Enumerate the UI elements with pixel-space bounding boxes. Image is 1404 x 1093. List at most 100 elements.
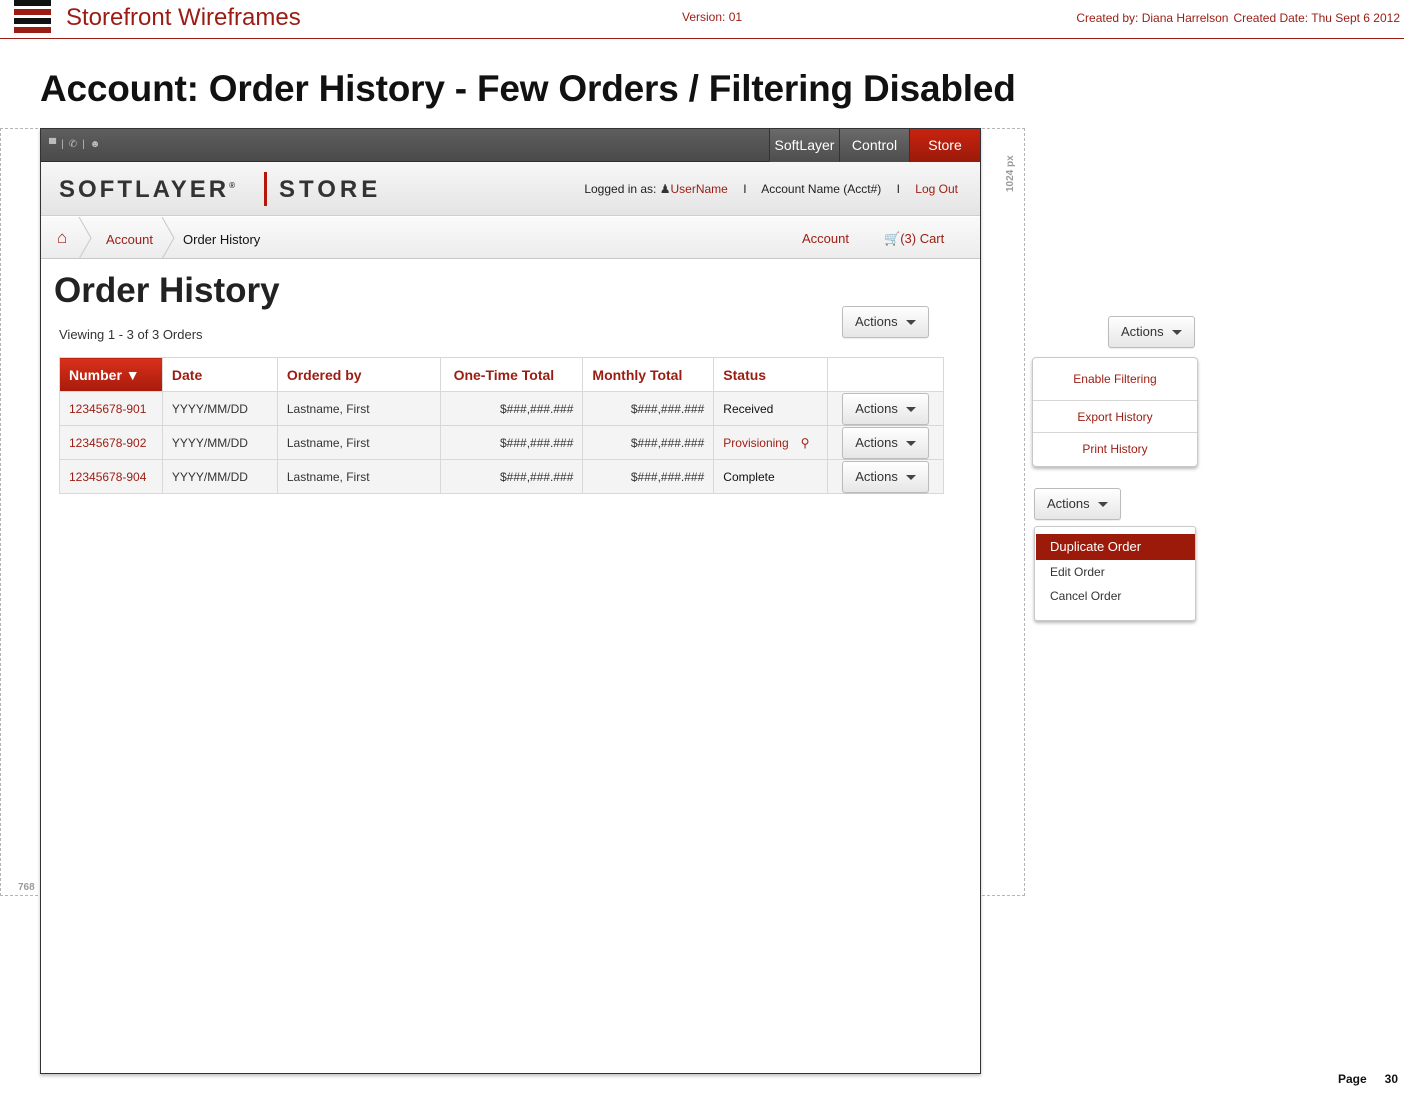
username-link[interactable]: UserName (671, 182, 728, 196)
brand-divider (264, 172, 267, 206)
order-ordered-by: Lastname, First (276, 459, 441, 494)
order-date: YYYY/MM/DD (161, 425, 278, 460)
tab-control[interactable]: Control (839, 129, 909, 162)
page-number: Page 30 (1320, 1072, 1398, 1086)
order-date: YYYY/MM/DD (161, 459, 278, 494)
menu-item-duplicate-order[interactable]: Duplicate Order (1036, 534, 1195, 560)
order-one-time-total: $###,###.### (439, 425, 584, 460)
col-ordered-by[interactable]: Ordered by (276, 357, 441, 392)
home-icon[interactable]: ⌂ (57, 229, 77, 247)
actions-label: Actions (855, 469, 898, 484)
menu-item-edit-order[interactable]: Edit Order (1050, 565, 1105, 579)
table-row: 12345678-902 YYYY/MM/DD Lastname, First … (59, 425, 944, 460)
logout-link[interactable]: Log Out (915, 182, 958, 196)
order-history-heading: Order History (54, 271, 280, 310)
actions-label: Actions (855, 401, 898, 416)
col-number[interactable]: Number ▼ (59, 357, 163, 392)
row-actions-button[interactable]: Actions (842, 461, 930, 493)
order-number-link[interactable]: 12345678-902 (59, 425, 163, 460)
menu-divider (1033, 432, 1197, 433)
col-one-time-total[interactable]: One-Time Total (439, 357, 584, 392)
row-actions-button[interactable]: Actions (842, 427, 930, 459)
created-by: Created by: Diana Harrelson (1076, 11, 1229, 25)
separator: | (82, 139, 87, 150)
page-label: Page (1337, 1072, 1367, 1086)
row-actions-button[interactable]: Actions (842, 393, 930, 425)
breadcrumb-account[interactable]: Account (106, 232, 153, 247)
row-actions-button-open[interactable]: Actions (1034, 488, 1121, 520)
brand-text: SOFTLAYER (59, 176, 230, 203)
menu-item-cancel-order[interactable]: Cancel Order (1050, 589, 1121, 603)
col-status[interactable]: Status (713, 357, 829, 392)
user-bar: Logged in as: ♟UserName I Account Name (… (584, 182, 958, 196)
col-date[interactable]: Date (161, 357, 278, 392)
order-date: YYYY/MM/DD (161, 391, 278, 426)
breadcrumb-chevron-icon (78, 217, 92, 259)
actions-label: Actions (1047, 496, 1090, 511)
separator: | (61, 139, 66, 150)
store-page-frame: ▀ | ✆ | ☻ SoftLayer Control Store SOFTLAYER®… (40, 128, 981, 1074)
col-actions (827, 357, 944, 392)
account-link[interactable]: Account (802, 231, 849, 246)
cart-link[interactable]: 🛒(3) Cart (884, 231, 944, 247)
viewing-count: Viewing 1 - 3 of 3 Orders (59, 327, 203, 342)
col-monthly-total[interactable]: Monthly Total (582, 357, 715, 392)
page-title: Account: Order History - Few Orders / Fi… (40, 68, 1016, 109)
menu-item-enable-filtering[interactable]: Enable Filtering (1033, 372, 1197, 386)
softlayer-logo[interactable]: SOFTLAYER® (59, 176, 238, 204)
order-actions-cell: Actions (827, 391, 944, 426)
guide-height-label: 768 (18, 882, 35, 893)
order-table: Number ▼ Date Ordered by One-Time Total … (59, 357, 944, 494)
masthead: SOFTLAYER® STORE Logged in as: ♟UserName… (41, 162, 980, 216)
caret-down-icon (906, 407, 917, 412)
cart-label: (3) Cart (900, 231, 945, 246)
order-status: Received (713, 391, 829, 426)
actions-label: Actions (855, 435, 898, 450)
order-status-provisioning[interactable]: Provisioning ⚲ (713, 425, 829, 460)
status-label: Provisioning (723, 435, 789, 450)
brand-mark: ® (229, 181, 239, 190)
account-name: Account Name (Acct#) (761, 182, 882, 196)
menu-item-export-history[interactable]: Export History (1033, 410, 1197, 424)
guide-width-label: 1024 px (1005, 155, 1016, 192)
page-number-value: 30 (1384, 1072, 1398, 1086)
top-navigation-bar: ▀ | ✆ | ☻ SoftLayer Control Store (41, 129, 980, 162)
row-actions-menu: Duplicate Order Edit Order Cancel Order (1034, 526, 1196, 621)
order-ordered-by: Lastname, First (276, 391, 441, 426)
tab-store[interactable]: Store (909, 129, 980, 162)
order-monthly-total: $###,###.### (582, 391, 715, 426)
created-date: Created Date: Thu Sept 6 2012 (1233, 11, 1400, 25)
wireframe-logo-icon (14, 0, 51, 33)
menu-item-print-history[interactable]: Print History (1033, 442, 1197, 456)
store-logo: STORE (279, 176, 382, 203)
order-number-link[interactable]: 12345678-904 (59, 459, 163, 494)
page-actions-button-open[interactable]: Actions (1108, 316, 1195, 348)
users-icon[interactable]: ☻ (90, 139, 103, 150)
user-icon: ♟ (659, 182, 671, 196)
table-row: 12345678-901 YYYY/MM/DD Lastname, First … (59, 391, 944, 426)
table-header-row: Number ▼ Date Ordered by One-Time Total … (59, 357, 944, 392)
magnify-icon[interactable]: ⚲ (801, 436, 810, 450)
separator: I (896, 182, 900, 196)
order-number-link[interactable]: 12345678-901 (59, 391, 163, 426)
breadcrumb-chevron-icon (161, 217, 175, 259)
phone-icon[interactable]: ✆ (69, 139, 79, 150)
page-actions-button[interactable]: Actions (842, 306, 929, 338)
chat-icon[interactable]: ▀ (49, 139, 58, 150)
caret-down-icon (906, 475, 917, 480)
separator: I (743, 182, 747, 196)
order-ordered-by: Lastname, First (276, 425, 441, 460)
order-monthly-total: $###,###.### (582, 459, 715, 494)
breadcrumb: ⌂ Account Order History Account 🛒(3) Car… (41, 217, 980, 259)
menu-divider (1033, 400, 1197, 401)
order-monthly-total: $###,###.### (582, 425, 715, 460)
caret-down-icon (906, 441, 917, 446)
cart-icon: 🛒 (884, 231, 901, 246)
caret-down-icon (1098, 502, 1108, 507)
tab-softlayer[interactable]: SoftLayer (769, 129, 839, 162)
caret-down-icon (906, 320, 916, 325)
order-one-time-total: $###,###.### (439, 459, 584, 494)
caret-down-icon (1172, 330, 1182, 335)
order-actions-cell: Actions (827, 459, 944, 494)
logged-in-label: Logged in as: (584, 182, 657, 196)
